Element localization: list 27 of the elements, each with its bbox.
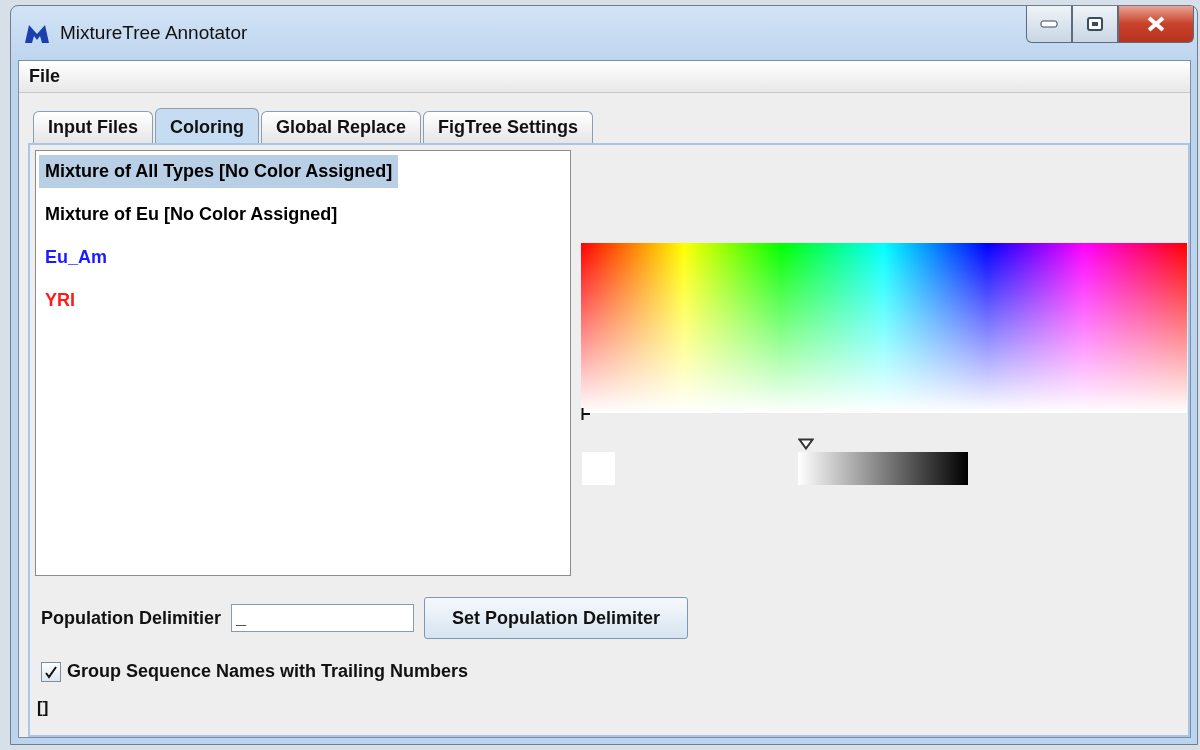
status-text: [] bbox=[36, 698, 50, 718]
tab[interactable]: Input Files bbox=[33, 111, 153, 143]
slider-thumb[interactable] bbox=[798, 438, 814, 450]
minimize-button[interactable] bbox=[1026, 6, 1072, 43]
population-item[interactable]: Mixture of All Types [No Color Assigned] bbox=[39, 155, 399, 188]
maximize-icon bbox=[1087, 17, 1103, 31]
checkbox[interactable] bbox=[41, 661, 61, 682]
checkbox-label: Group Sequence Names with Trailing Numbers bbox=[67, 661, 469, 682]
checkmark-icon bbox=[44, 664, 58, 679]
window-title: MixtureTree Annotator bbox=[60, 22, 249, 44]
population-item[interactable]: Eu_Am bbox=[39, 241, 113, 274]
close-button[interactable] bbox=[1118, 6, 1194, 43]
close-icon bbox=[1146, 16, 1166, 32]
minimize-icon bbox=[1040, 20, 1058, 28]
delimiter-field[interactable]: _ bbox=[231, 604, 415, 632]
population-item[interactable]: YRI bbox=[39, 284, 81, 317]
tab[interactable]: Coloring bbox=[155, 108, 259, 143]
brightness-gradient[interactable] bbox=[798, 452, 968, 485]
menu-item[interactable]: File bbox=[29, 66, 60, 87]
tab[interactable]: Global Replace bbox=[261, 111, 422, 143]
population-item[interactable]: Mixture of Eu [No Color Assigned] bbox=[39, 198, 344, 231]
tab[interactable]: FigTree Settings bbox=[423, 111, 594, 143]
delimiter-label: Population Delimitier bbox=[41, 607, 222, 629]
picker-cursor-icon bbox=[581, 408, 591, 420]
maximize-button[interactable] bbox=[1072, 6, 1118, 43]
color-spectrum[interactable] bbox=[581, 243, 1187, 413]
set-delimiter-button[interactable]: Set Population Delimiter bbox=[424, 597, 689, 639]
